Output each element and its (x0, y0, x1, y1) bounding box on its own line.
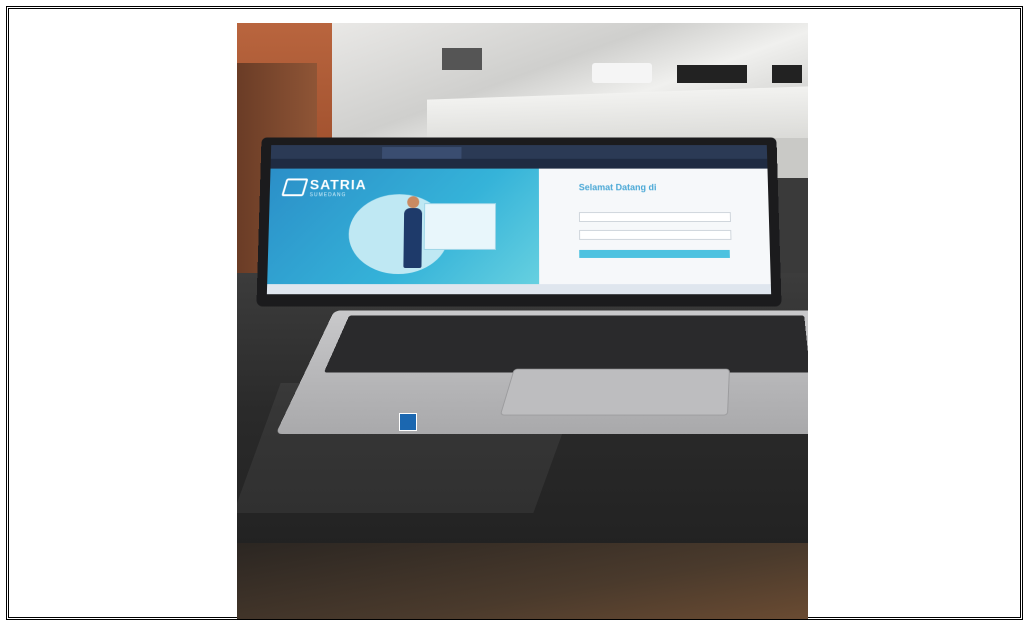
browser-tab-bar (270, 145, 768, 159)
table-edge (237, 543, 808, 619)
browser-address-bar (270, 158, 768, 169)
satria-logo-icon (281, 178, 309, 197)
brand-title: SATRIA (309, 176, 367, 193)
login-illustration-pane: SATRIA SUMEDANG (267, 168, 540, 285)
printer (592, 63, 652, 83)
laptop-touchpad (499, 368, 730, 416)
illustration-person (403, 208, 423, 268)
laptop-photo: SATRIA SUMEDANG Selamat Datang di (237, 23, 808, 619)
login-form-pane: Selamat Datang di (538, 168, 771, 285)
laptop-keyboard (323, 315, 808, 373)
illustration-board (423, 203, 497, 250)
laptop-screen: SATRIA SUMEDANG Selamat Datang di (266, 145, 772, 295)
cpu-sticker (399, 413, 417, 431)
storage-box (442, 48, 482, 70)
illustration-person-head (407, 196, 420, 209)
laptop-screen-bezel: SATRIA SUMEDANG Selamat Datang di (256, 137, 782, 307)
email-field (578, 212, 732, 222)
login-button (579, 249, 730, 258)
password-field (579, 229, 732, 240)
background-monitor (677, 65, 747, 83)
browser-active-tab (382, 147, 462, 159)
windows-taskbar (266, 284, 772, 295)
welcome-heading: Selamat Datang di (578, 182, 657, 193)
background-monitor-2 (772, 65, 802, 83)
brand-subtitle: SUMEDANG (309, 192, 347, 199)
